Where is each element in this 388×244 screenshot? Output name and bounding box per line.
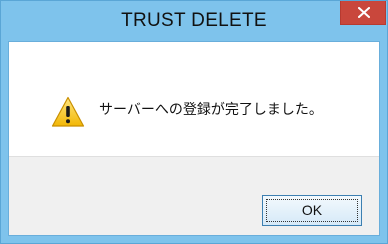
window-title: TRUST DELETE	[121, 10, 267, 31]
title-bar[interactable]: TRUST DELETE	[1, 1, 387, 41]
ok-button[interactable]: OK	[262, 195, 362, 226]
close-button[interactable]	[340, 1, 386, 25]
dialog-window: TRUST DELETE サーバーへの登録が完了しました。 OK	[0, 0, 388, 244]
message-area: サーバーへの登録が完了しました。	[9, 42, 379, 156]
dialog-message: サーバーへの登録が完了しました。	[99, 102, 323, 118]
warning-icon	[51, 96, 85, 127]
dialog-body: サーバーへの登録が完了しました。 OK	[8, 41, 380, 236]
button-bar: OK	[9, 156, 379, 235]
close-icon	[358, 7, 370, 18]
